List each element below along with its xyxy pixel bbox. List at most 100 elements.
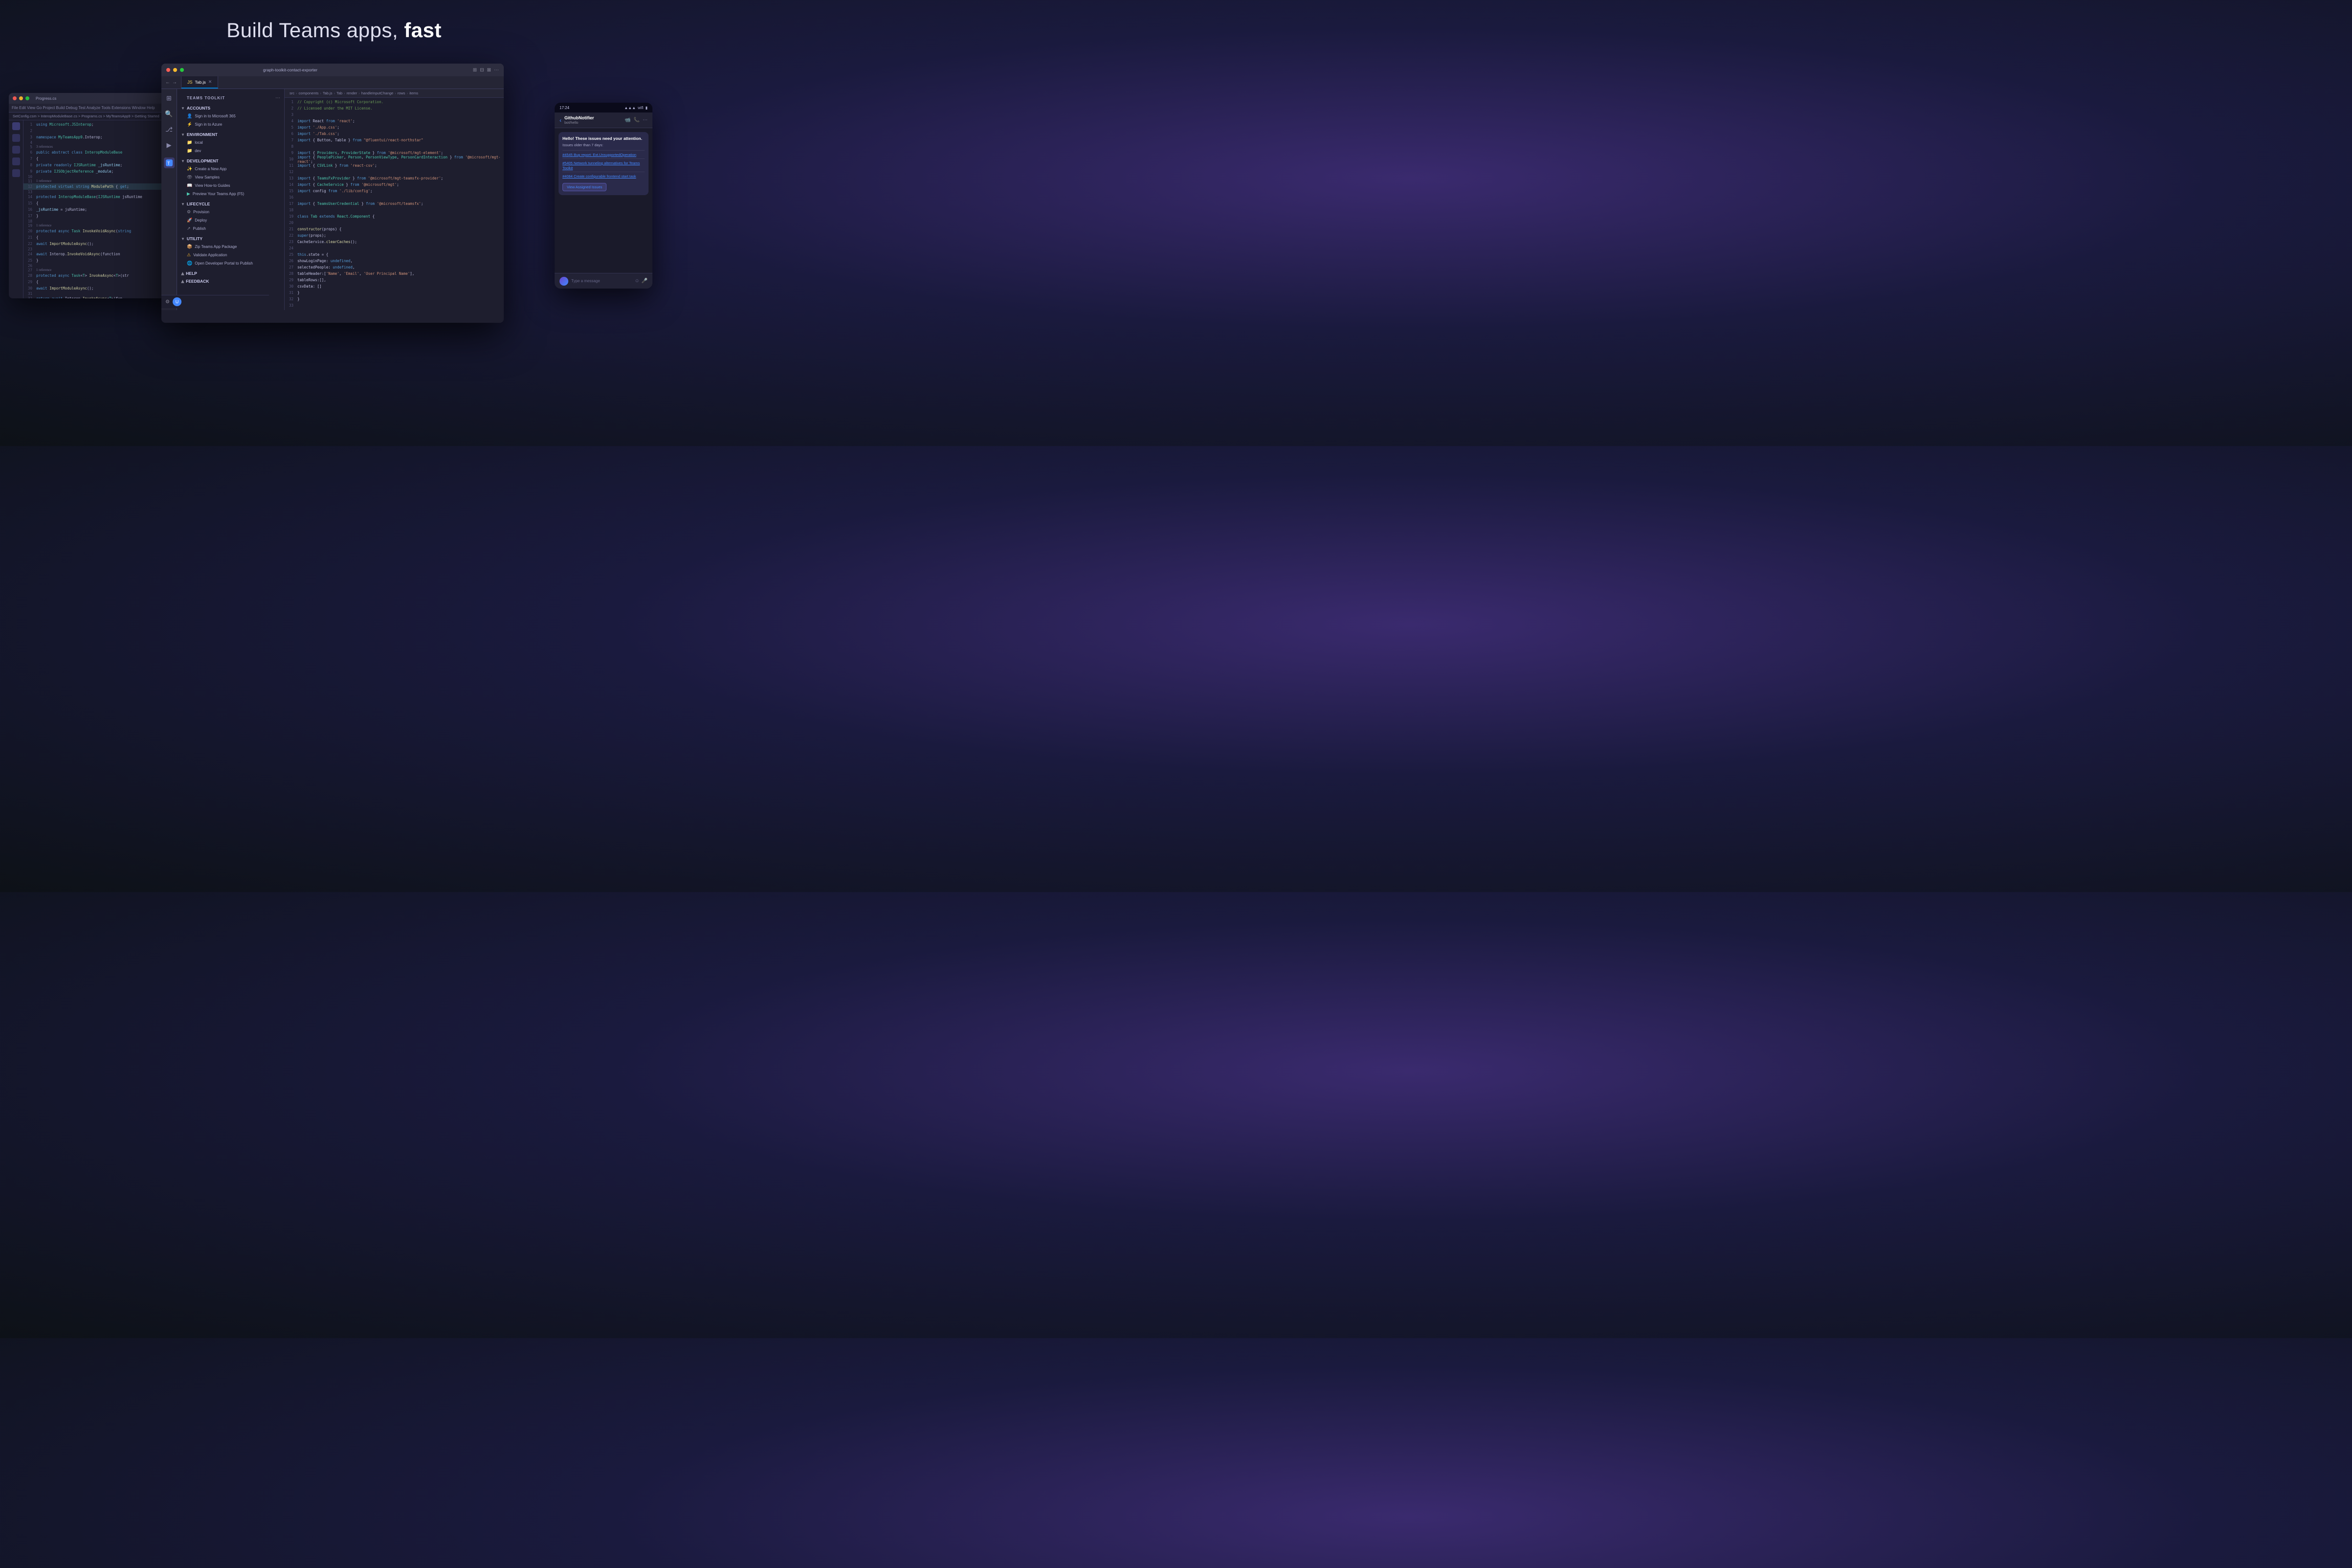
breadcrumb-rows: rows bbox=[398, 91, 405, 95]
code-line: 6import './Tab.css'; bbox=[285, 131, 504, 137]
chat-time: 17:24 bbox=[560, 106, 569, 110]
issue-link-3[interactable]: #4084 Create configurable frontend start… bbox=[562, 174, 636, 179]
section-development[interactable]: ▼ DEVELOPMENT bbox=[177, 157, 284, 165]
gear-icon: ⚙ bbox=[187, 209, 191, 215]
minimize-icon[interactable] bbox=[173, 68, 177, 72]
left-toolbar: File Edit View Go Project Build Debug Te… bbox=[9, 104, 185, 112]
tab-tabjs[interactable]: JS Tab.js ✕ bbox=[181, 76, 218, 89]
view-samples-item[interactable]: 👁 View Samples bbox=[177, 173, 284, 181]
chat-statusbar: 17:24 ▲▲▲ wifi ▮ bbox=[555, 103, 652, 112]
js-file-icon: JS bbox=[187, 80, 193, 85]
view-assigned-issues-button[interactable]: View Assigned Issues bbox=[562, 183, 606, 191]
code-line: 20 protected async Task InvokeVoidAsync(… bbox=[23, 228, 185, 234]
layout-icon-2[interactable]: ⊟ bbox=[480, 67, 484, 73]
code-line: 33 bbox=[285, 302, 504, 309]
user-avatar[interactable]: U bbox=[177, 297, 181, 306]
layout-icon-1[interactable]: ⊞ bbox=[473, 67, 477, 73]
maximize-icon[interactable] bbox=[25, 96, 29, 100]
main-titlebar: graph-toolkit-contact-exporter ⊞ ⊟ ⊠ ⋯ bbox=[161, 64, 504, 76]
microphone-icon[interactable]: 🎤 bbox=[642, 278, 648, 284]
issue-item-2: #5405 Network tunneling alternatives for… bbox=[562, 158, 645, 172]
code-line: 5 3 references bbox=[23, 144, 185, 149]
more-icon[interactable]: ⋯ bbox=[643, 117, 648, 123]
preview-teams-app-item[interactable]: ▶ Preview Your Teams App (F5) bbox=[177, 190, 284, 198]
view-howto-label: View How-to Guides bbox=[195, 183, 230, 188]
provision-item[interactable]: ⚙ Provision bbox=[177, 208, 284, 216]
section-utility[interactable]: ▼ UTILITY bbox=[177, 235, 284, 243]
code-line: 31 } bbox=[285, 290, 504, 296]
chat-title-area: GithubNotifier bot/hello bbox=[564, 115, 594, 125]
code-line: 4import React from 'react'; bbox=[285, 118, 504, 124]
chat-subtitle-text: bot/hello bbox=[564, 120, 594, 125]
issue-link-1[interactable]: #4545 Bug report: Ext.UnsupportedOperati… bbox=[562, 153, 636, 157]
section-help[interactable]: ▶ HELP bbox=[177, 269, 284, 277]
validate-app-item[interactable]: ⚠ Validate Application bbox=[177, 251, 284, 259]
publish-icon: ↗ bbox=[187, 226, 191, 231]
sign-in-azure-item[interactable]: ⚡ Sign in to Azure bbox=[177, 120, 284, 129]
section-lifecycle[interactable]: ▼ LIFECYCLE bbox=[177, 200, 284, 208]
sign-in-m365-item[interactable]: 👤 Sign in to Microsoft 365 bbox=[177, 112, 284, 120]
publish-item[interactable]: ↗ Publish bbox=[177, 224, 284, 233]
search-icon-btn[interactable]: 🔍 bbox=[164, 109, 175, 119]
layout-icon-4[interactable]: ⋯ bbox=[494, 67, 499, 73]
hero-title-bold: fast bbox=[404, 19, 442, 42]
back-icon[interactable]: ‹ bbox=[560, 117, 561, 124]
deploy-item[interactable]: 🚀 Deploy bbox=[177, 216, 284, 224]
close-icon[interactable] bbox=[13, 96, 17, 100]
chat-input-placeholder[interactable]: Type a message bbox=[571, 279, 631, 283]
preview-teams-app-label: Preview Your Teams App (F5) bbox=[193, 192, 244, 196]
video-call-icon[interactable]: 📹 bbox=[625, 117, 630, 123]
env-local-label: local bbox=[195, 140, 202, 145]
close-icon[interactable] bbox=[166, 68, 170, 72]
code-line: 13 bbox=[23, 190, 185, 194]
section-accounts[interactable]: ▼ ACCOUNTS bbox=[177, 104, 284, 112]
breadcrumb-text: SetConfig.csm > InteropModuleBase.cs > P… bbox=[13, 114, 159, 118]
publish-label: Publish bbox=[193, 226, 206, 231]
view-howto-item[interactable]: 📖 View How-to Guides bbox=[177, 181, 284, 190]
code-line: 7 { bbox=[23, 156, 185, 162]
chat-title-text: GithubNotifier bbox=[564, 115, 594, 120]
screenshots-area: Progress.cs File Edit View Go Project Bu… bbox=[0, 54, 668, 446]
code-line: 3 namespace MyTeamsApp9.Interop; bbox=[23, 134, 185, 140]
maximize-icon[interactable] bbox=[180, 68, 184, 72]
code-line: 2 bbox=[23, 128, 185, 134]
debug-icon[interactable] bbox=[12, 157, 20, 165]
chevron-right-icon: ▶ bbox=[180, 272, 185, 275]
issue-item-3: #4084 Create configurable frontend start… bbox=[562, 172, 645, 180]
code-line: 7import { Button, Table } from "@fluentu… bbox=[285, 137, 504, 143]
tab-close-icon[interactable]: ✕ bbox=[208, 79, 212, 85]
forward-icon: → bbox=[172, 80, 177, 85]
extensions-icon[interactable] bbox=[12, 169, 20, 177]
zip-teams-app-item[interactable]: 📦 Zip Teams App Package bbox=[177, 243, 284, 251]
code-line: 25 this.state = { bbox=[285, 251, 504, 258]
open-dev-portal-item[interactable]: 🌐 Open Developer Portal to Publish bbox=[177, 259, 284, 268]
code-line: 15 { bbox=[23, 200, 185, 206]
search-icon[interactable] bbox=[12, 134, 20, 142]
section-lifecycle-label: LIFECYCLE bbox=[187, 202, 210, 206]
explorer-icon[interactable] bbox=[12, 122, 20, 130]
explorer-icon-btn[interactable]: ⊞ bbox=[164, 93, 175, 104]
layout-icon-3[interactable]: ⊠ bbox=[487, 67, 491, 73]
git-icon-btn[interactable]: ⎇ bbox=[164, 124, 175, 135]
issue-link-2[interactable]: #5405 Network tunneling alternatives for… bbox=[562, 161, 640, 170]
debug-icon-btn[interactable]: ▶ bbox=[164, 140, 175, 151]
minimize-icon[interactable] bbox=[19, 96, 23, 100]
code-line: 28 protected async Task<T> InvokeAsync<T… bbox=[23, 272, 185, 279]
phone-icon[interactable]: 📞 bbox=[634, 117, 640, 123]
section-feedback[interactable]: ▶ FEEDBACK bbox=[177, 277, 284, 285]
toolkit-more-icon[interactable]: ⋯ bbox=[275, 95, 280, 101]
tab-label: Tab.js bbox=[195, 80, 206, 85]
section-environment[interactable]: ▼ ENVIRONMENT bbox=[177, 131, 284, 138]
env-local-item[interactable]: 📁 local bbox=[177, 138, 284, 147]
code-line: 16 bbox=[285, 194, 504, 201]
chat-bubble-main: Hello! These issues need your attention.… bbox=[559, 132, 649, 195]
emoji-icon[interactable]: ☺ bbox=[634, 278, 639, 284]
code-line: 30 csvData: [] bbox=[285, 283, 504, 290]
create-new-app-item[interactable]: ✨ Create a New App bbox=[177, 165, 284, 173]
teams-toolkit-icon-btn[interactable]: T bbox=[164, 157, 175, 168]
azure-icon: ⚡ bbox=[187, 122, 192, 127]
git-icon[interactable] bbox=[12, 146, 20, 154]
code-line: 1 using Microsoft.JSInterop; bbox=[23, 121, 185, 128]
env-dev-item[interactable]: 📁 dev bbox=[177, 147, 284, 155]
nav-back[interactable]: ← → bbox=[161, 76, 181, 89]
